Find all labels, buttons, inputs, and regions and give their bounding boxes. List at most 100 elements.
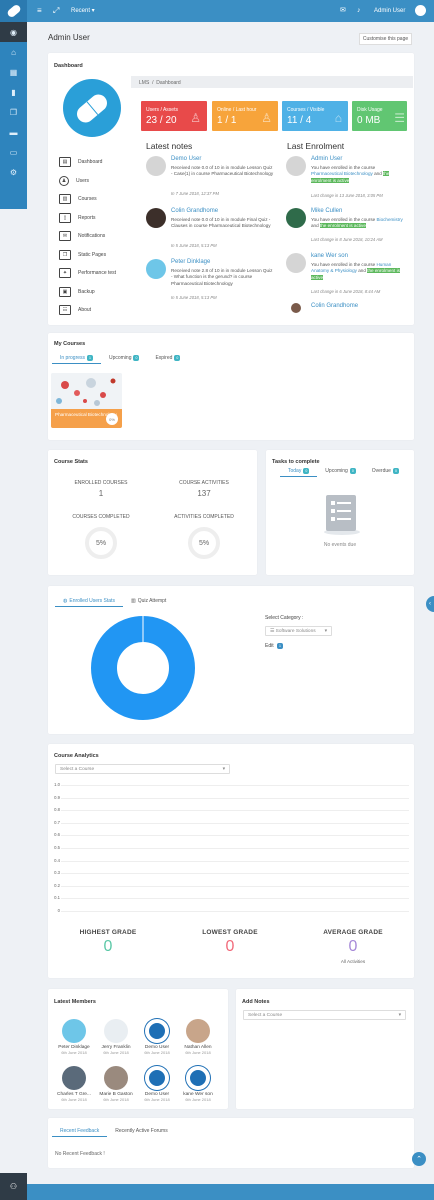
customise-page-button[interactable]: Customise this page — [359, 33, 412, 45]
sitemap-icon[interactable]: ⚇ — [0, 1173, 27, 1200]
breadcrumb: LMS / Dashboard — [131, 76, 413, 88]
y-tick-label: 0.3 — [54, 870, 60, 876]
app-logo[interactable] — [0, 0, 27, 22]
sidebar-dashboard-icon[interactable]: ◉ — [0, 22, 27, 42]
hamburger-icon[interactable]: ≡ — [37, 6, 42, 16]
reports-icon: ▯ — [59, 212, 71, 223]
user-icon: ♙ — [261, 111, 272, 125]
tab-upcoming[interactable]: Upcoming 0 — [101, 352, 147, 364]
avatar — [146, 156, 166, 176]
tab-overdue[interactable]: Overdue 0 — [364, 465, 407, 477]
bell-icon[interactable]: ♪ — [357, 6, 361, 16]
member-item[interactable]: Jerry Franklin 6th June 2018 — [97, 1019, 135, 1055]
member-item[interactable]: Demo User 6th June 2018 — [138, 1019, 176, 1055]
note-user-name[interactable]: Colin Grandhome — [171, 208, 218, 214]
member-date: 6th June 2018 — [185, 1050, 211, 1055]
note-text: Received note 0.0 of 10 in in module Les… — [171, 165, 274, 177]
count-badge: 0 — [349, 468, 356, 474]
course-card[interactable]: Pharmaceutical Biotechnology 0% — [51, 373, 122, 428]
my-courses-title: My Courses — [54, 341, 86, 347]
chevron-left-icon[interactable]: ‹ — [426, 596, 434, 612]
tab-quiz-attempt[interactable]: ▥ Quiz Attempt — [123, 595, 174, 607]
chart-gridline — [61, 898, 409, 900]
tab-in-progress[interactable]: In progress 1 — [52, 352, 101, 364]
menu-item-users[interactable]: ♟ Users — [59, 172, 125, 191]
mail-icon[interactable]: ✉ — [340, 6, 346, 16]
sidebar-gear-icon[interactable]: ⚙ — [0, 162, 27, 182]
note-user-name[interactable]: Demo User — [171, 156, 201, 162]
avatar — [146, 208, 166, 228]
category-select[interactable]: ☰ Software Solutions ▾ — [265, 626, 332, 636]
tab-recent-feedback[interactable]: Recent Feedback — [52, 1125, 108, 1137]
sidebar-calendar-icon[interactable]: ▦ — [0, 62, 27, 82]
enrolment-status: the enrolment is active — [319, 223, 366, 229]
sidebar-book-icon[interactable]: ▮ — [0, 82, 27, 102]
enrolment-user-name[interactable]: Colin Grandhome — [311, 303, 358, 309]
stat-courses[interactable]: Courses / Visible 11 / 4 ⌂ — [282, 101, 348, 131]
add-notes-course-select[interactable]: Select a Course ▾ — [243, 1010, 406, 1020]
enrolment-course-link[interactable]: Biochemistry — [376, 217, 402, 222]
tab-today[interactable]: Today 0 — [280, 465, 318, 477]
tab-expired[interactable]: Expired 0 — [147, 352, 188, 364]
menu-item-courses[interactable]: ▥ Courses — [59, 190, 125, 209]
sidebar-bookmark-icon[interactable]: ▬ — [0, 122, 27, 142]
avatar — [186, 1019, 210, 1043]
member-item[interactable]: kane Wer son 6th June 2018 — [179, 1066, 217, 1102]
member-item[interactable]: Peter Dinklage 6th June 2018 — [55, 1019, 93, 1055]
tab-recently-active-forums[interactable]: Recently Active Forums — [107, 1125, 176, 1137]
user-avatar[interactable] — [415, 5, 426, 16]
enrolment-course-link[interactable]: Pharmaceutical Biotechnology — [311, 171, 373, 176]
member-item[interactable]: Charles T Gre... 6th June 2018 — [55, 1066, 93, 1102]
scroll-to-top-button[interactable]: ⌃ — [412, 1152, 426, 1166]
y-tick-label: 0.6 — [54, 832, 60, 838]
sidebar-copy-icon[interactable]: ❐ — [0, 102, 27, 122]
enrolment-item: kane Wer son You have enrolled in the co… — [286, 253, 414, 297]
member-date: 6th June 2018 — [61, 1097, 87, 1102]
enrolment-user-name[interactable]: Mike Cullen — [311, 208, 342, 214]
enrolment-and: and — [358, 268, 366, 274]
enrolled-courses-label: ENROLLED COURSES — [74, 480, 128, 486]
sidebar-folder-icon[interactable]: ▭ — [0, 142, 27, 162]
menu-item-dashboard[interactable]: ▤ Dashboard — [59, 153, 125, 172]
stat-online[interactable]: Online / Last hour 1 / 1 ♙ — [212, 101, 278, 131]
course-activities-label: COURSE ACTIVITIES — [179, 480, 229, 486]
note-user-name[interactable]: Peter Dinklage — [171, 259, 210, 265]
menu-item-performance[interactable]: ✦ Performance test — [59, 264, 125, 283]
y-tick-label: 0.1 — [54, 895, 60, 901]
stat-users-assets[interactable]: Users / Assets 23 / 20 ♙ — [141, 101, 207, 131]
fullscreen-icon[interactable]: ⤢ — [53, 6, 59, 16]
member-item[interactable]: Demo User 6th June 2018 — [138, 1066, 176, 1102]
user-menu-name[interactable]: Admin User — [374, 7, 405, 15]
tasks-tabs: Today 0 Upcoming 0 Overdue 0 — [280, 465, 407, 477]
enrolment-user-name[interactable]: kane Wer son — [311, 253, 348, 259]
tab-upcoming-tasks[interactable]: Upcoming 0 — [317, 465, 363, 477]
analytics-course-select[interactable]: Select a Course ▾ — [55, 764, 230, 774]
tab-enrolled-users-stats[interactable]: ◍ Enrolled Users Stats — [55, 595, 123, 607]
performance-icon: ✦ — [59, 268, 71, 279]
menu-item-static-pages[interactable]: ❐ Static Pages — [59, 246, 125, 265]
stat-disk-usage[interactable]: Disk Usage 0 MB ☰ — [352, 101, 407, 131]
chart-gridline — [61, 885, 409, 887]
note-item: Colin Grandhome Received note 0.0 of 10 … — [146, 208, 274, 252]
dashboard-title: Dashboard — [54, 63, 83, 69]
chart-gridline — [61, 822, 409, 824]
count-badge: 1 — [87, 354, 93, 361]
menu-item-backup[interactable]: ▣ Backup — [59, 283, 125, 302]
top-navbar: ≡ ⤢ Recent ▾ ✉ ♪ Admin User — [0, 0, 434, 22]
enrolment-user-name[interactable]: Admin User — [311, 156, 342, 162]
breadcrumb-separator: / — [152, 80, 154, 86]
member-item[interactable]: Nathan Allen 6th June 2018 — [179, 1019, 217, 1055]
y-tick-label: 0.2 — [54, 882, 60, 888]
recent-menu[interactable]: Recent ▾ — [71, 7, 95, 15]
sidebar-home-icon[interactable]: ⌂ — [0, 42, 27, 62]
member-item[interactable]: Marie B Gaston 6th June 2018 — [97, 1066, 135, 1102]
menu-item-reports[interactable]: ▯ Reports — [59, 209, 125, 228]
page-title: Admin User — [48, 33, 90, 42]
enrolled-users-pie-chart[interactable] — [89, 614, 197, 722]
y-tick-label: 1.0 — [54, 782, 60, 787]
menu-item-notifications[interactable]: ✉ Notifications — [59, 227, 125, 246]
breadcrumb-lms[interactable]: LMS — [139, 80, 149, 86]
edit-link[interactable]: Edit 1 — [265, 643, 283, 649]
no-feedback-text: No Recent Feedback ! — [55, 1151, 105, 1157]
menu-item-about[interactable]: ☷ About — [59, 301, 125, 320]
